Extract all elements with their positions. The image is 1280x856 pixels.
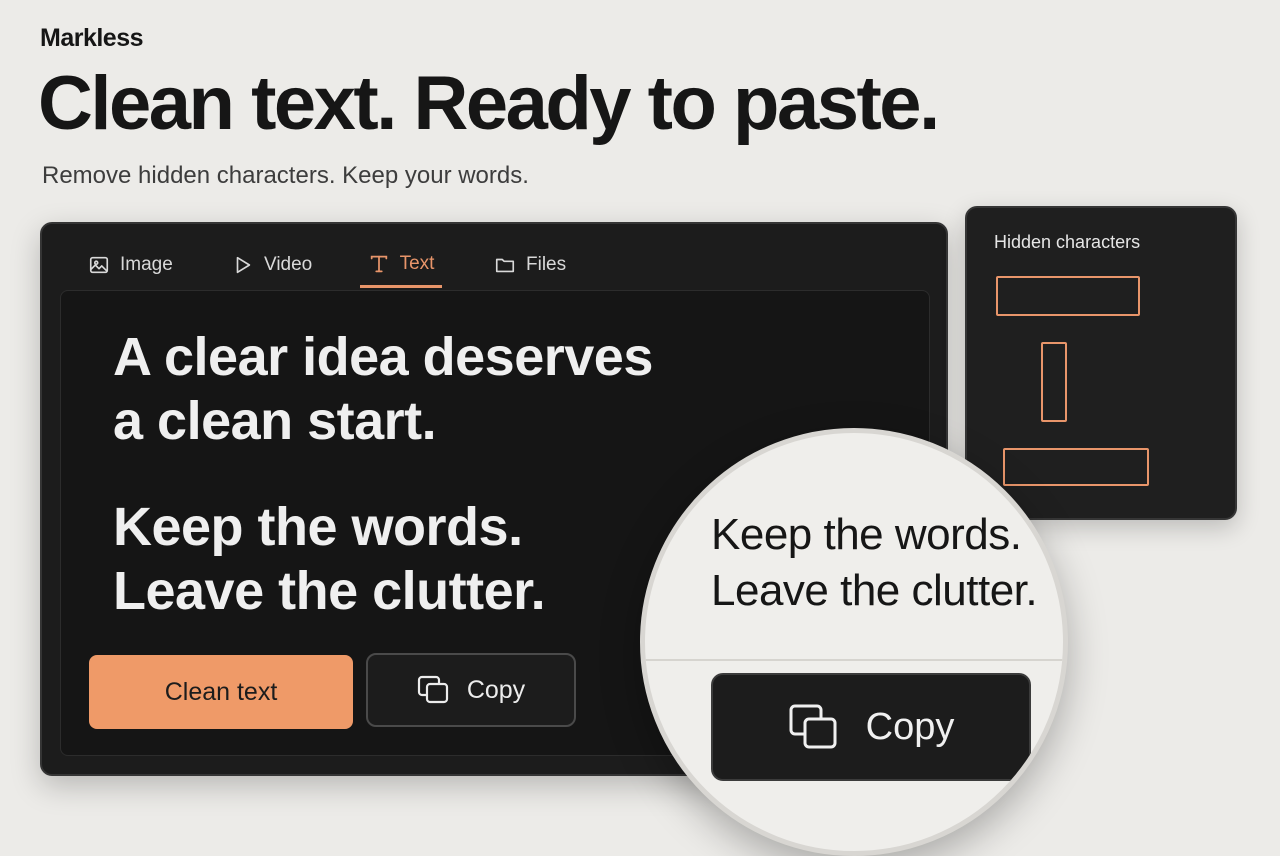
editor-paragraph-1: A clear idea deserves a clean start.	[113, 325, 653, 453]
tab-text[interactable]: Text	[360, 242, 442, 288]
zoom-divider	[645, 659, 1063, 661]
text-t-icon	[370, 255, 387, 272]
tab-files-label: Files	[526, 254, 567, 275]
zoom-line-2: Leave the clutter.	[711, 566, 1038, 615]
page-headline: Clean text. Ready to paste.	[38, 61, 940, 146]
hidden-characters-title: Hidden characters	[994, 232, 1141, 252]
copy-icon	[789, 704, 837, 749]
hidden-character-marker	[1003, 448, 1149, 486]
zoom-line-1: Keep the words.	[711, 510, 1022, 559]
copy-icon	[417, 675, 448, 704]
copy-button[interactable]: Copy	[366, 653, 576, 727]
tab-image[interactable]: Image	[88, 242, 173, 288]
play-icon	[236, 256, 251, 274]
tab-video[interactable]: Video	[232, 242, 312, 288]
tab-video-label: Video	[264, 254, 313, 275]
paragraph-2-line-1: Keep the words.	[113, 497, 523, 557]
paragraph-1-line-1: A clear idea deserves	[113, 327, 653, 387]
editor-paragraph-2: Keep the words. Leave the clutter.	[113, 495, 546, 623]
copy-button-label: Copy	[466, 675, 526, 704]
magnifier-callout: Keep the words. Leave the clutter. Copy	[640, 428, 1068, 856]
tab-image-label: Image	[120, 254, 173, 275]
image-icon	[89, 256, 109, 274]
tab-text-label: Text	[399, 252, 435, 274]
tab-files[interactable]: Files	[494, 242, 566, 288]
page-subheadline: Remove hidden characters. Keep your word…	[42, 162, 529, 189]
zoom-copy-label: Copy	[865, 705, 955, 748]
hidden-characters-panel: Hidden characters	[965, 206, 1237, 520]
paragraph-1-line-2: a clean start.	[113, 391, 437, 451]
clean-text-button[interactable]: Clean text	[89, 655, 353, 729]
paragraph-2-line-2: Leave the clutter.	[113, 561, 546, 621]
hidden-character-marker	[996, 276, 1140, 316]
zoom-copy-button[interactable]: Copy	[711, 673, 1031, 781]
zoom-text: Keep the words. Leave the clutter.	[711, 507, 1038, 619]
hidden-character-marker	[1041, 342, 1067, 422]
brand-logo: Markless	[40, 24, 144, 52]
folder-icon	[495, 258, 515, 273]
